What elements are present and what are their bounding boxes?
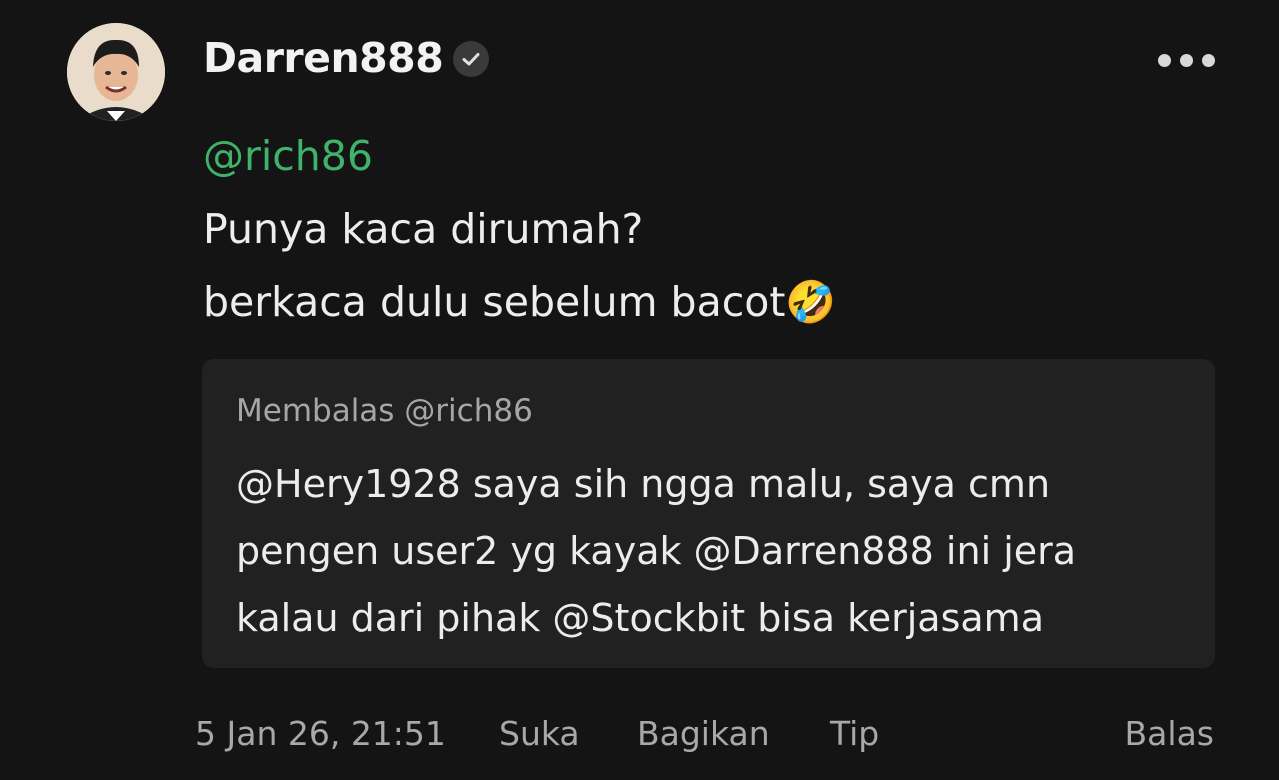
more-options-button[interactable] <box>1150 45 1222 75</box>
reply-button[interactable]: Balas <box>1125 714 1214 753</box>
comment-line: Punya kaca dirumah? <box>203 205 644 253</box>
timestamp: 5 Jan 26, 21:51 <box>195 714 446 753</box>
comment-footer: 5 Jan 26, 21:51 Suka Bagikan Tip Balas <box>0 714 1279 764</box>
avatar[interactable] <box>67 23 165 121</box>
more-horizontal-icon <box>1157 53 1171 67</box>
avatar-image <box>67 23 165 121</box>
quoted-reply[interactable]: Membalas @rich86 @Hery1928 saya sih ngga… <box>202 359 1215 668</box>
comment-post: Darren888 @rich86 Punya kaca dirumah? be… <box>0 0 1279 780</box>
mention-link[interactable]: @rich86 <box>203 120 1213 193</box>
quoted-line: pengen user2 yg kayak @Darren888 ini jer… <box>236 529 1077 573</box>
comment-line-text: berkaca dulu sebelum bacot <box>203 278 786 326</box>
reply-to-label: Membalas @rich86 <box>236 393 533 429</box>
laughing-emoji: 🤣 <box>785 278 837 326</box>
more-horizontal-icon <box>1179 53 1193 67</box>
quoted-line: @Hery1928 saya sih ngga malu, saya cmn <box>236 462 1051 506</box>
verified-check-icon <box>453 41 489 77</box>
username[interactable]: Darren888 <box>203 34 444 82</box>
share-button[interactable]: Bagikan <box>637 714 770 753</box>
quoted-reply-text: @Hery1928 saya sih ngga malu, saya cmn p… <box>236 451 1196 652</box>
tip-button[interactable]: Tip <box>830 714 879 753</box>
more-horizontal-icon <box>1201 53 1215 67</box>
comment-body: @rich86 Punya kaca dirumah? berkaca dulu… <box>203 120 1213 339</box>
quoted-line: kalau dari pihak @Stockbit bisa kerjasam… <box>236 596 1044 640</box>
like-button[interactable]: Suka <box>499 714 580 753</box>
comment-line: berkaca dulu sebelum bacot🤣 <box>203 266 1213 339</box>
